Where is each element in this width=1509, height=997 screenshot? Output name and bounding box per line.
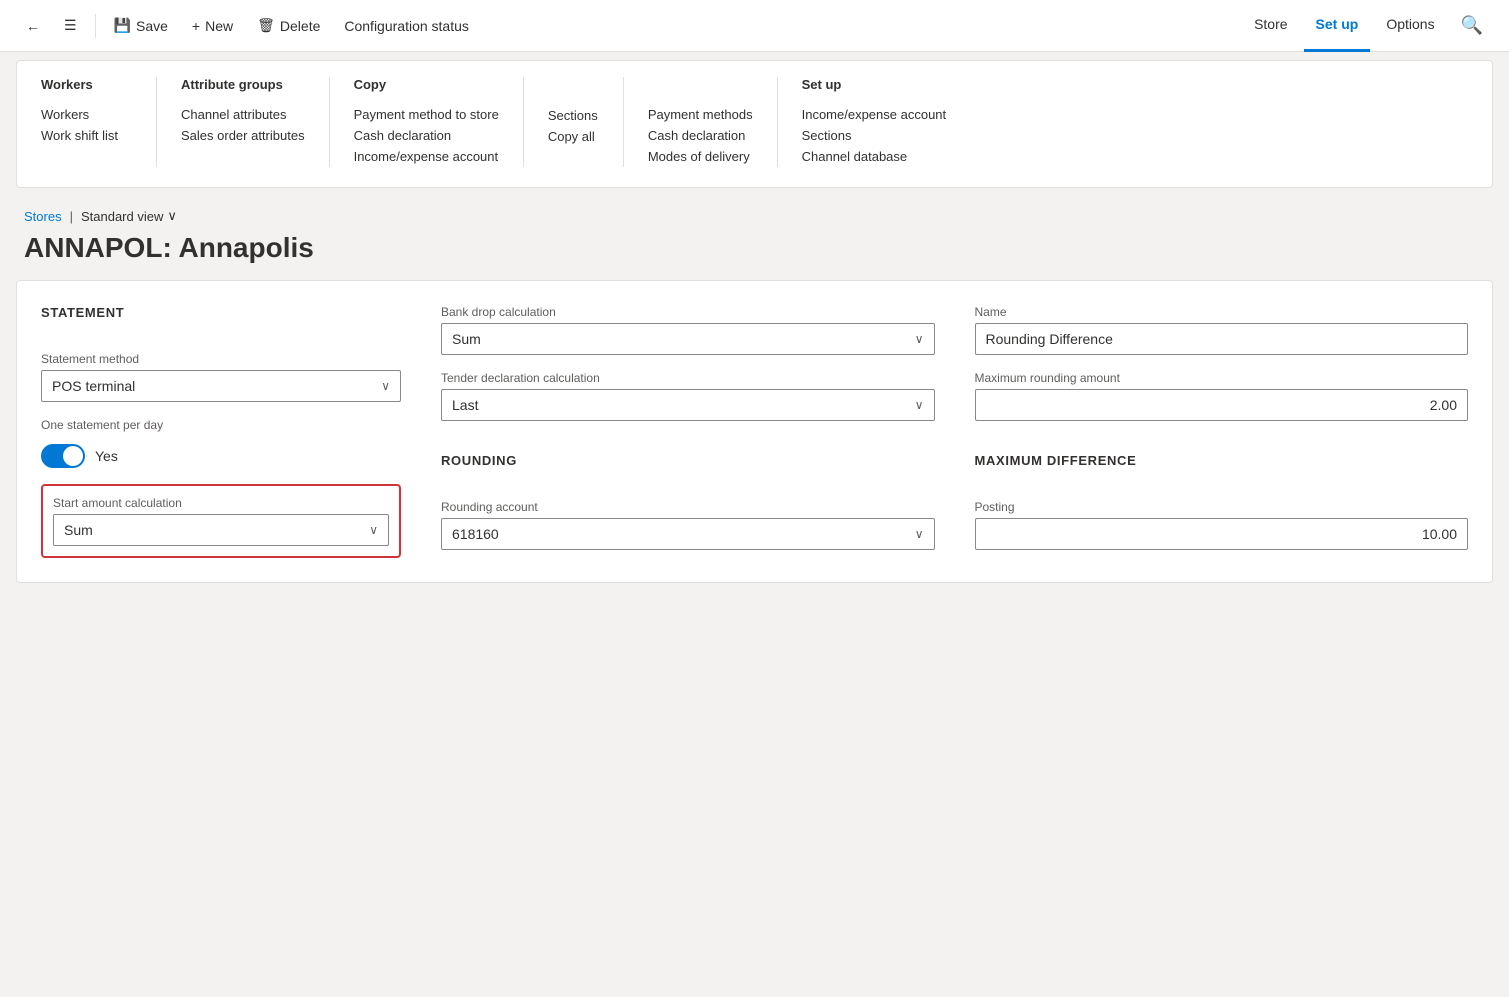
menu-item-copy-all[interactable]: Copy all <box>548 126 599 147</box>
menu-item-sales-order-attributes[interactable]: Sales order attributes <box>181 125 305 146</box>
start-amount-label: Start amount calculation <box>53 496 389 510</box>
save-icon: 💾 <box>114 17 131 34</box>
menu-group-copy: Copy Payment method to store Cash declar… <box>330 77 524 167</box>
rounding-account-value: 618160 <box>452 526 499 542</box>
menu-group-attribute: Attribute groups Channel attributes Sale… <box>157 77 330 167</box>
new-label: New <box>205 18 233 34</box>
tender-decl-value: Last <box>452 397 478 413</box>
tender-decl-select[interactable]: Last ∨ <box>441 389 935 421</box>
tab-options-label: Options <box>1386 16 1434 32</box>
statement-method-chevron-icon: ∨ <box>381 379 390 393</box>
search-icon: 🔍 <box>1461 15 1483 35</box>
max-rounding-input[interactable] <box>975 389 1469 421</box>
bank-drop-col: Bank drop calculation Sum ∨ Tender decla… <box>441 305 935 558</box>
tab-setup[interactable]: Set up <box>1304 0 1371 52</box>
form-grid: STATEMENT Statement method POS terminal … <box>41 305 1468 558</box>
delete-button[interactable]: 🗑 Delete <box>247 11 330 40</box>
start-amount-select[interactable]: Sum ∨ <box>53 514 389 546</box>
sep1 <box>95 14 96 38</box>
start-amount-value: Sum <box>64 522 93 538</box>
bank-drop-label: Bank drop calculation <box>441 305 935 319</box>
rounding-account-label: Rounding account <box>441 500 935 514</box>
config-status-label: Configuration status <box>344 18 469 34</box>
tab-setup-label: Set up <box>1316 16 1359 32</box>
tab-store-label: Store <box>1254 16 1287 32</box>
config-status-button[interactable]: Configuration status <box>334 12 479 40</box>
menu-group-setup-right-title: Set up <box>802 77 947 92</box>
tender-decl-label: Tender declaration calculation <box>441 371 935 385</box>
menu-item-sections-copy[interactable]: Sections <box>548 105 599 126</box>
breadcrumb-separator: | <box>70 209 73 224</box>
start-amount-chevron-icon: ∨ <box>369 523 378 537</box>
save-label: Save <box>136 18 168 34</box>
menu-item-work-shift-list[interactable]: Work shift list <box>41 125 132 146</box>
hamburger-button[interactable]: ☰ <box>54 11 87 40</box>
new-button[interactable]: + New <box>182 12 243 40</box>
max-rounding-label: Maximum rounding amount <box>975 371 1469 385</box>
name-label: Name <box>975 305 1469 319</box>
rounding-section-title: ROUNDING <box>441 453 935 468</box>
menu-item-payment-methods[interactable]: Payment methods <box>648 104 753 125</box>
toolbar: ← ☰ 💾 Save + New 🗑 Delete Configuration … <box>0 0 1509 52</box>
statement-method-label: Statement method <box>41 352 401 366</box>
breadcrumb-stores-link[interactable]: Stores <box>24 209 62 224</box>
menu-group-setup-left: Set up Payment methods Cash declaration … <box>624 77 778 167</box>
menu-item-channel-database[interactable]: Channel database <box>802 146 947 167</box>
menu-item-channel-attributes[interactable]: Channel attributes <box>181 104 305 125</box>
delete-icon: 🗑 <box>257 17 275 34</box>
page-title: ANNAPOL: Annapolis <box>0 228 1509 280</box>
name-input[interactable] <box>975 323 1469 355</box>
view-chevron-icon: ∨ <box>167 208 177 224</box>
back-icon: ← <box>26 18 40 34</box>
start-amount-highlight-box: Start amount calculation Sum ∨ <box>41 484 401 558</box>
statement-method-select[interactable]: POS terminal ∨ <box>41 370 401 402</box>
back-button[interactable]: ← <box>16 12 50 40</box>
bank-drop-chevron-icon: ∨ <box>915 332 924 346</box>
menu-item-cash-declaration-copy[interactable]: Cash declaration <box>354 125 499 146</box>
menu-item-payment-method-to-store[interactable]: Payment method to store <box>354 104 499 125</box>
menu-item-workers[interactable]: Workers <box>41 104 132 125</box>
statement-col: STATEMENT Statement method POS terminal … <box>41 305 401 558</box>
toggle-row: Yes <box>41 444 401 468</box>
form-card: STATEMENT Statement method POS terminal … <box>16 280 1493 583</box>
menu-item-sections-setup[interactable]: Sections <box>802 125 947 146</box>
menu-item-income-expense-setup[interactable]: Income/expense account <box>802 104 947 125</box>
search-button[interactable]: 🔍 <box>1451 9 1493 42</box>
tab-options[interactable]: Options <box>1374 0 1446 52</box>
menu-item-modes-of-delivery[interactable]: Modes of delivery <box>648 146 753 167</box>
menu-group-workers-title: Workers <box>41 77 132 92</box>
menu-group-attribute-title: Attribute groups <box>181 77 305 92</box>
bank-drop-value: Sum <box>452 331 481 347</box>
menu-group-copy-title: Copy <box>354 77 499 92</box>
view-label: Standard view <box>81 209 163 224</box>
rounding-account-select[interactable]: 618160 ∨ <box>441 518 935 550</box>
posting-label: Posting <box>975 500 1469 514</box>
new-icon: + <box>192 18 200 34</box>
menu-item-income-expense-copy[interactable]: Income/expense account <box>354 146 499 167</box>
menu-group-setup-right: Set up Income/expense account Sections C… <box>778 77 971 167</box>
menu-group-copy-right: Sections Copy all <box>524 77 624 167</box>
one-statement-toggle[interactable] <box>41 444 85 468</box>
rounding-account-chevron-icon: ∨ <box>915 527 924 541</box>
breadcrumb: Stores | Standard view ∨ <box>0 196 1509 228</box>
statement-method-value: POS terminal <box>52 378 135 394</box>
mega-menu: Workers Workers Work shift list Attribut… <box>16 60 1493 188</box>
toggle-label: Yes <box>95 448 118 464</box>
delete-label: Delete <box>280 18 320 34</box>
view-dropdown[interactable]: Standard view ∨ <box>81 208 177 224</box>
hamburger-icon: ☰ <box>64 17 77 34</box>
bank-drop-select[interactable]: Sum ∨ <box>441 323 935 355</box>
save-button[interactable]: 💾 Save <box>104 11 178 40</box>
tender-decl-chevron-icon: ∨ <box>915 398 924 412</box>
max-diff-section-title: MAXIMUM DIFFERENCE <box>975 453 1469 468</box>
name-col: Name Maximum rounding amount MAXIMUM DIF… <box>975 305 1469 558</box>
menu-group-workers: Workers Workers Work shift list <box>17 77 157 167</box>
toggle-knob <box>63 446 83 466</box>
statement-section-title: STATEMENT <box>41 305 401 320</box>
tab-store[interactable]: Store <box>1242 0 1299 52</box>
menu-item-cash-declaration-setup[interactable]: Cash declaration <box>648 125 753 146</box>
posting-input[interactable] <box>975 518 1469 550</box>
one-statement-label: One statement per day <box>41 418 401 432</box>
